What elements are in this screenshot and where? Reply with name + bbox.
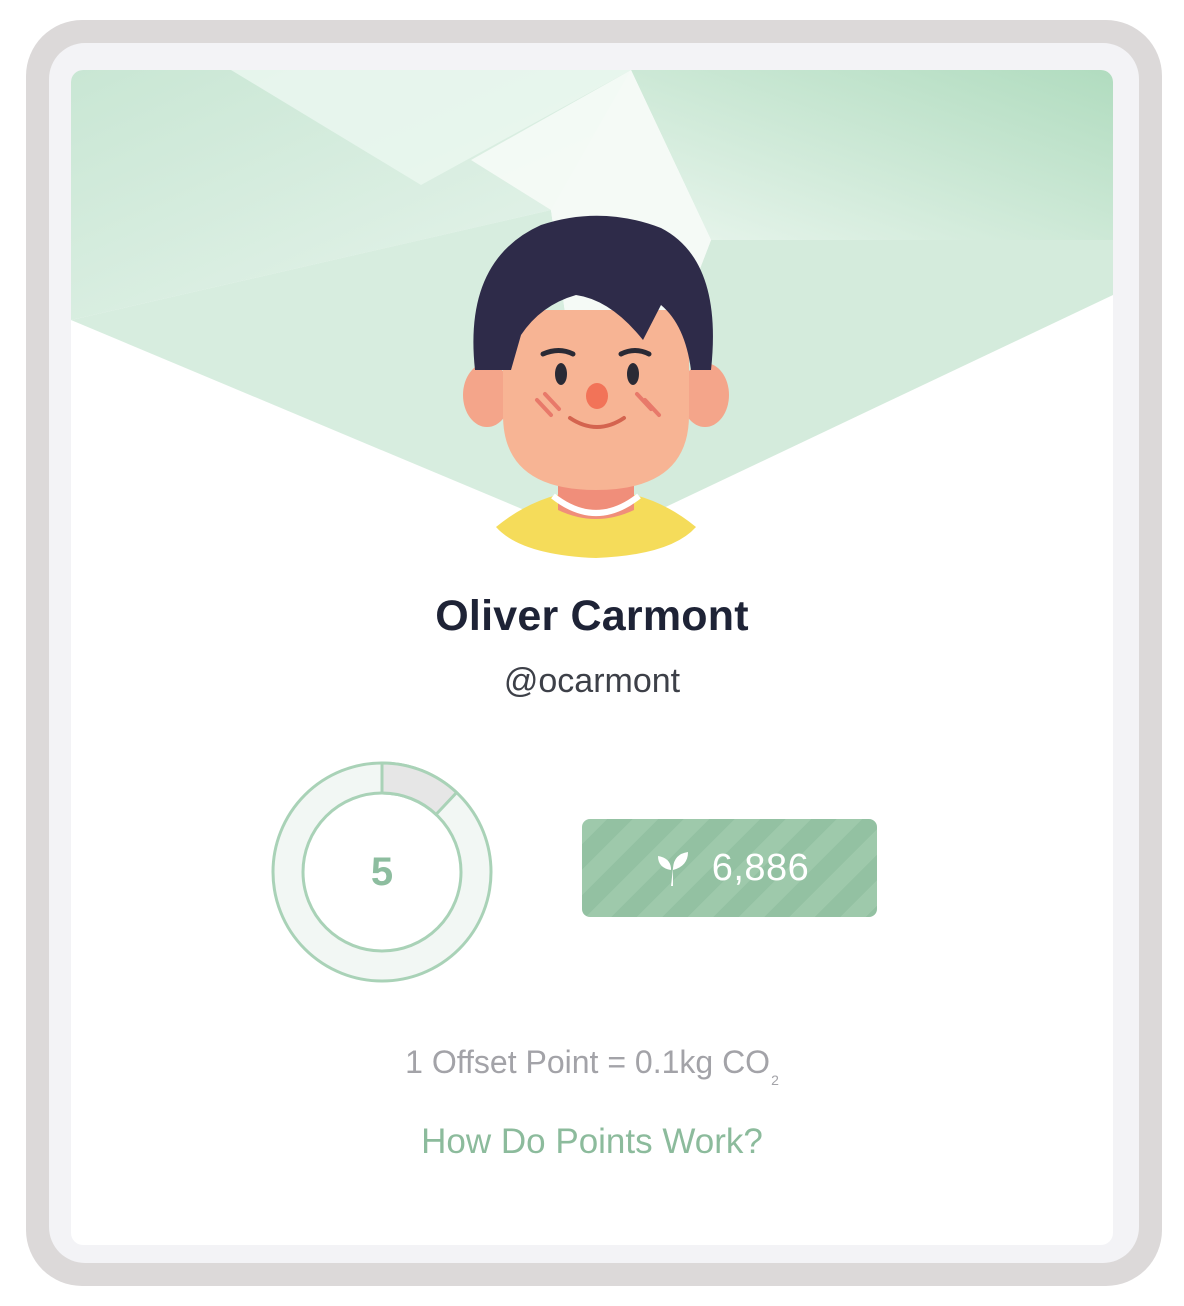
profile-card: Oliver Carmont @ocarmont 5 6,886 1 Offse… <box>71 70 1113 1245</box>
profile-handle: @ocarmont <box>503 662 681 700</box>
conversion-label: 1 Offset Point = 0.1kg CO <box>405 1044 771 1080</box>
offset-points-badge[interactable]: 6,886 <box>582 819 877 917</box>
conversion-subscript: 2 <box>771 1072 779 1088</box>
how-points-work-link[interactable]: How Do Points Work? <box>71 1122 1113 1162</box>
profile-name: Oliver Carmont <box>435 592 749 640</box>
points-conversion-text: 1 Offset Point = 0.1kg CO2 <box>71 1044 1113 1088</box>
points-value: 6,886 <box>711 846 810 889</box>
level-number: 5 <box>370 850 394 894</box>
user-avatar <box>463 215 729 558</box>
sprout-icon <box>657 852 688 886</box>
